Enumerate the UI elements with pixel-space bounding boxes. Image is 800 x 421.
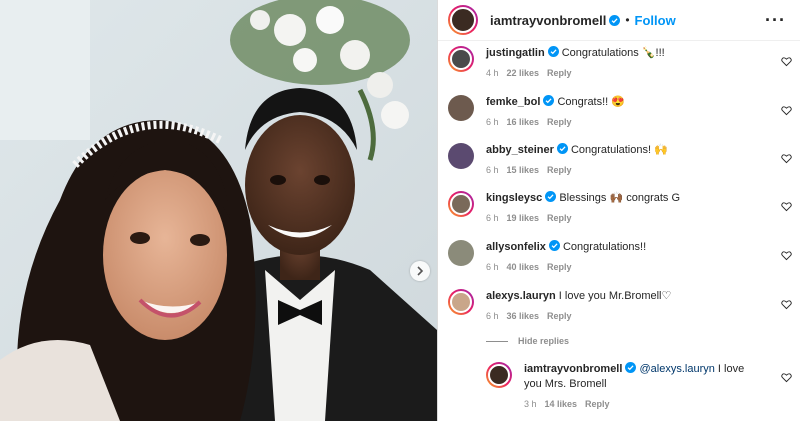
heart-icon[interactable] [781,250,792,261]
comment-time: 6 h [486,117,499,127]
commenter-avatar[interactable] [448,95,474,121]
comment-item: femke_bol Congrats!! 😍 6 h 16 likes Reply [448,95,800,127]
follow-button[interactable]: Follow [635,13,676,28]
separator-dot: • [625,13,630,27]
verified-badge-icon [609,14,621,26]
comment-time: 6 h [486,165,499,175]
comment-likes[interactable]: 40 likes [507,262,540,272]
comment-text: Blessings 🙌🏾 congrats G [559,192,681,204]
comment-time: 6 h [486,311,499,321]
author-avatar[interactable] [448,5,478,35]
comment-likes[interactable]: 19 likes [507,213,540,223]
comment-text: I love you Mr.Bromell♡ [558,290,672,302]
comment-username[interactable]: allysonfelix [486,241,546,253]
reply-button[interactable]: Reply [585,399,610,409]
reply-button[interactable]: Reply [547,311,572,321]
comment-text: Congrats!! 😍 [557,96,625,108]
more-options-icon[interactable]: ··· [765,11,786,29]
comment-likes[interactable]: 22 likes [507,68,540,78]
chevron-right-icon [417,266,424,276]
comment-text: Congratulations!! [562,241,647,253]
comment-time: 4 h [486,68,499,78]
replies-divider [486,340,508,342]
post-photo[interactable] [0,0,437,421]
comment-username[interactable]: kingsleysc [486,192,542,204]
comment-time: 6 h [486,213,499,223]
couple-photo-illustration [0,0,437,421]
reply-button[interactable]: Reply [547,117,572,127]
mention-link[interactable]: @alexys.lauryn [639,363,714,375]
comment-time: 6 h [486,262,499,272]
heart-icon[interactable] [781,372,792,383]
comment-likes[interactable]: 14 likes [545,399,578,409]
hide-replies-label: Hide replies [518,336,570,346]
comment-username[interactable]: alexys.lauryn [486,290,556,302]
verified-badge-icon [547,46,559,57]
commenter-avatar[interactable] [448,191,474,217]
comment-username[interactable]: justingatlin [486,47,545,59]
verified-badge-icon [625,362,637,373]
comments-pane: iamtrayvonbromell • Follow ··· justingat… [437,0,800,421]
verified-badge-icon [545,191,557,202]
heart-icon[interactable] [781,299,792,310]
heart-icon[interactable] [781,201,792,212]
heart-icon[interactable] [781,105,792,116]
heart-icon[interactable] [781,153,792,164]
commenter-avatar[interactable] [448,240,474,266]
next-photo-button[interactable] [410,261,430,281]
hide-replies-button[interactable]: Hide replies [486,336,569,346]
heart-icon[interactable] [781,56,792,67]
comment-username[interactable]: iamtrayvonbromell [524,363,622,375]
commenter-avatar[interactable] [486,362,512,388]
commenter-avatar[interactable] [448,289,474,315]
verified-badge-icon [548,240,560,251]
comment-username[interactable]: femke_bol [486,96,540,108]
verified-badge-icon [543,95,555,106]
comment-likes[interactable]: 36 likes [507,311,540,321]
comment-item: allysonfelix Congratulations!! 6 h 40 lik… [448,240,800,272]
commenter-avatar[interactable] [448,143,474,169]
comment-item: kingsleysc Blessings 🙌🏾 congrats G 6 h 19… [448,191,800,223]
comment-text: Congratulations 🍾!!! [561,47,665,59]
verified-badge-icon [556,143,568,154]
author-username[interactable]: iamtrayvonbromell [490,13,606,28]
comment-text: Congratulations! 🙌 [570,144,668,156]
comment-time: 3 h [524,399,537,409]
post-header: iamtrayvonbromell • Follow ··· [438,0,800,41]
comment-username[interactable]: abby_steiner [486,144,554,156]
comment-likes[interactable]: 16 likes [507,117,540,127]
reply-button[interactable]: Reply [547,165,572,175]
comment-item: abby_steiner Congratulations! 🙌 6 h 15 li… [448,143,800,175]
commenter-avatar[interactable] [448,46,474,72]
post-viewer: iamtrayvonbromell • Follow ··· justingat… [0,0,800,421]
reply-button[interactable]: Reply [547,213,572,223]
comment-likes[interactable]: 15 likes [507,165,540,175]
reply-button[interactable]: Reply [547,262,572,272]
comment-item: justingatlin Congratulations 🍾!!! 4 h 22 … [448,46,800,78]
comment-item: alexys.lauryn I love you Mr.Bromell♡ 6 h… [448,289,800,321]
reply-item: iamtrayvonbromell @alexys.lauryn I love … [486,362,800,409]
reply-button[interactable]: Reply [547,68,572,78]
